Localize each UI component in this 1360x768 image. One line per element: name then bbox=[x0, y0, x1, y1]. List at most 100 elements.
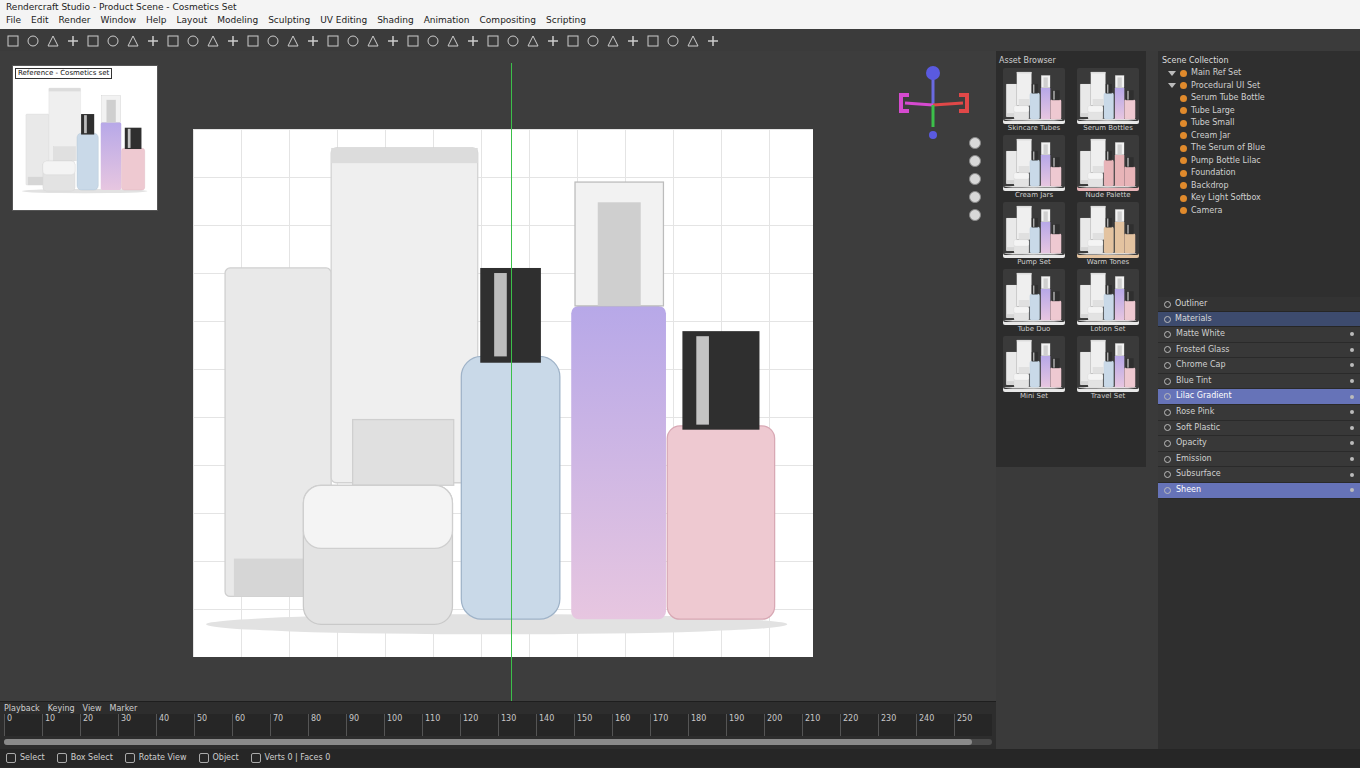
menu-dot-icon[interactable] bbox=[1350, 426, 1354, 430]
asset-thumbnail[interactable] bbox=[1003, 269, 1065, 325]
material-row[interactable]: Frosted Glass bbox=[1158, 343, 1360, 359]
tool-icon[interactable] bbox=[66, 33, 80, 47]
frame-tick[interactable]: 100 bbox=[384, 714, 422, 736]
menu-item[interactable]: Scripting bbox=[546, 15, 586, 25]
asset-thumbnail[interactable] bbox=[1077, 68, 1139, 124]
menu-item[interactable]: Compositing bbox=[480, 15, 536, 25]
outliner-item[interactable]: Foundation bbox=[1162, 167, 1356, 180]
material-row[interactable]: Emission bbox=[1158, 452, 1360, 468]
tool-icon[interactable] bbox=[686, 33, 700, 47]
menu-item[interactable]: Edit bbox=[31, 15, 48, 25]
viewport[interactable]: Reference - Cosmetics set bbox=[0, 51, 996, 701]
asset-thumbnail[interactable] bbox=[1077, 336, 1139, 392]
asset-item[interactable]: Nude Palette bbox=[1073, 135, 1143, 200]
tool-icon[interactable] bbox=[346, 33, 360, 47]
material-row[interactable]: Blue Tint bbox=[1158, 374, 1360, 390]
frame-tick[interactable]: 50 bbox=[194, 714, 232, 736]
frame-tick[interactable]: 20 bbox=[80, 714, 118, 736]
menu-item[interactable]: Help bbox=[146, 15, 167, 25]
menu-dot-icon[interactable] bbox=[1350, 348, 1354, 352]
frame-tick[interactable]: 130 bbox=[498, 714, 536, 736]
tool-icon[interactable] bbox=[406, 33, 420, 47]
tool-icon[interactable] bbox=[246, 33, 260, 47]
menu-dot-icon[interactable] bbox=[1350, 473, 1354, 477]
tool-icon[interactable] bbox=[626, 33, 640, 47]
outliner-item[interactable]: Tube Large bbox=[1162, 105, 1356, 118]
frame-tick[interactable]: 240 bbox=[916, 714, 954, 736]
asset-thumbnail[interactable] bbox=[1003, 202, 1065, 258]
menu-dot-icon[interactable] bbox=[1350, 441, 1354, 445]
tool-icon[interactable] bbox=[426, 33, 440, 47]
expand-icon[interactable] bbox=[1168, 71, 1176, 76]
asset-item[interactable]: Lotion Set bbox=[1073, 269, 1143, 334]
tool-icon[interactable] bbox=[286, 33, 300, 47]
outliner-item[interactable]: Serum Tube Bottle bbox=[1162, 92, 1356, 105]
frame-tick[interactable]: 140 bbox=[536, 714, 574, 736]
frame-tick[interactable]: 10 bbox=[42, 714, 80, 736]
timeline-scrollbar[interactable] bbox=[4, 739, 992, 745]
frame-tick[interactable]: 0 bbox=[4, 714, 42, 736]
material-row[interactable]: Soft Plastic bbox=[1158, 421, 1360, 437]
asset-thumbnail[interactable] bbox=[1003, 135, 1065, 191]
menu-item[interactable]: Window bbox=[101, 15, 137, 25]
tool-icon[interactable] bbox=[526, 33, 540, 47]
material-row[interactable]: Subsurface bbox=[1158, 467, 1360, 483]
menu-dot-icon[interactable] bbox=[1350, 379, 1354, 383]
outliner-item[interactable]: The Serum of Blue bbox=[1162, 142, 1356, 155]
frame-tick[interactable]: 120 bbox=[460, 714, 498, 736]
tool-icon[interactable] bbox=[86, 33, 100, 47]
tool-icon[interactable] bbox=[706, 33, 720, 47]
outliner-item[interactable]: Tube Small bbox=[1162, 117, 1356, 130]
tool-icon[interactable] bbox=[386, 33, 400, 47]
outliner-item[interactable]: Pump Bottle Lilac bbox=[1162, 155, 1356, 168]
material-row[interactable]: Rose Pink bbox=[1158, 405, 1360, 421]
material-row[interactable]: Matte White bbox=[1158, 327, 1360, 343]
outliner-item[interactable]: Key Light Softbox bbox=[1162, 192, 1356, 205]
menu-dot-icon[interactable] bbox=[1350, 395, 1354, 399]
properties-tab[interactable]: Outliner bbox=[1158, 297, 1360, 312]
menu-item[interactable]: Render bbox=[59, 15, 91, 25]
timeline-menu-item[interactable]: Keying bbox=[48, 704, 75, 713]
frame-tick[interactable]: 210 bbox=[802, 714, 840, 736]
frame-tick[interactable]: 170 bbox=[650, 714, 688, 736]
asset-item[interactable]: Skincare Tubes bbox=[999, 68, 1069, 133]
asset-thumbnail[interactable] bbox=[1077, 135, 1139, 191]
tool-icon[interactable] bbox=[586, 33, 600, 47]
pan-icon[interactable] bbox=[969, 155, 981, 167]
asset-item[interactable]: Cream Jars bbox=[999, 135, 1069, 200]
frame-tick[interactable]: 180 bbox=[688, 714, 726, 736]
tool-icon[interactable] bbox=[146, 33, 160, 47]
frame-tick[interactable]: 80 bbox=[308, 714, 346, 736]
tool-icon[interactable] bbox=[366, 33, 380, 47]
tool-icon[interactable] bbox=[206, 33, 220, 47]
frame-tick[interactable]: 60 bbox=[232, 714, 270, 736]
asset-thumbnail[interactable] bbox=[1077, 269, 1139, 325]
expand-icon[interactable] bbox=[1168, 83, 1176, 88]
menu-dot-icon[interactable] bbox=[1350, 410, 1354, 414]
tool-icon[interactable] bbox=[326, 33, 340, 47]
frame-tick[interactable]: 160 bbox=[612, 714, 650, 736]
menu-item[interactable]: File bbox=[6, 15, 21, 25]
frame-tick[interactable]: 200 bbox=[764, 714, 802, 736]
axis-gizmo-icon[interactable] bbox=[893, 65, 977, 145]
asset-item[interactable]: Mini Set bbox=[999, 336, 1069, 401]
tool-icon[interactable] bbox=[226, 33, 240, 47]
tool-icon[interactable] bbox=[466, 33, 480, 47]
frame-tick[interactable]: 110 bbox=[422, 714, 460, 736]
tool-icon[interactable] bbox=[446, 33, 460, 47]
grid-icon[interactable] bbox=[969, 191, 981, 203]
timeline-menu-item[interactable]: Marker bbox=[110, 704, 138, 713]
menu-dot-icon[interactable] bbox=[1350, 457, 1354, 461]
tool-icon[interactable] bbox=[266, 33, 280, 47]
tool-icon[interactable] bbox=[506, 33, 520, 47]
zoom-icon[interactable] bbox=[969, 137, 981, 149]
camera-icon[interactable] bbox=[969, 173, 981, 185]
tool-icon[interactable] bbox=[46, 33, 60, 47]
timeline-menu-item[interactable]: View bbox=[83, 704, 102, 713]
material-row[interactable]: Lilac Gradient bbox=[1158, 389, 1360, 405]
menu-item[interactable]: UV Editing bbox=[320, 15, 367, 25]
material-row[interactable]: Chrome Cap bbox=[1158, 358, 1360, 374]
menu-item[interactable]: Shading bbox=[377, 15, 414, 25]
frame-tick[interactable]: 230 bbox=[878, 714, 916, 736]
outliner-item[interactable]: Backdrop bbox=[1162, 180, 1356, 193]
